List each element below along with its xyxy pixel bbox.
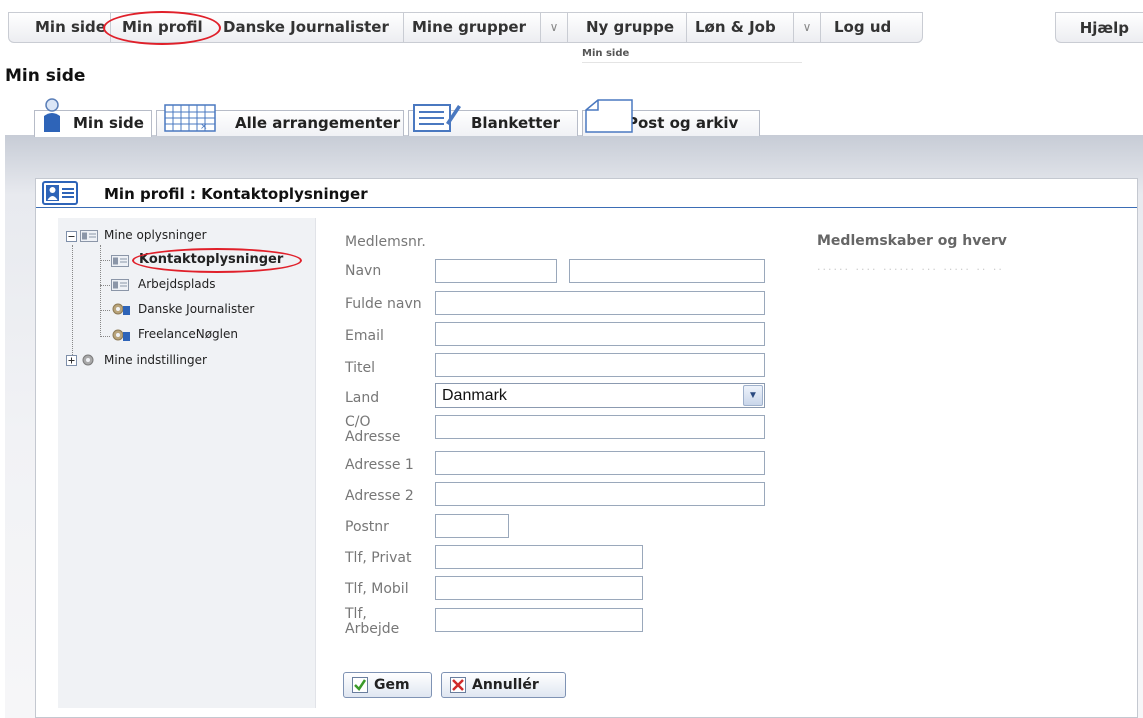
address1-input[interactable] — [435, 451, 765, 475]
email-input[interactable] — [435, 322, 765, 346]
nav-separator — [820, 12, 821, 43]
collapse-icon[interactable] — [66, 231, 77, 242]
tree-connector — [100, 260, 110, 261]
save-button[interactable]: Gem — [343, 672, 432, 698]
highlight-oval — [132, 248, 302, 273]
country-selected-value: Danmark — [442, 387, 507, 404]
tree-connector — [72, 245, 73, 357]
nav-separator — [403, 12, 404, 43]
memberships-heading: Medlemskaber og hverv — [817, 233, 1007, 249]
breadcrumb: Min side — [582, 48, 802, 63]
nav-lon-job[interactable]: Løn & Job — [695, 12, 776, 43]
nav-danske-journalister[interactable]: Danske Journalister — [223, 12, 389, 43]
cancel-label: Annullér — [472, 677, 539, 693]
tab-label: Min side — [73, 114, 144, 132]
nav-min-side[interactable]: Min side — [35, 12, 106, 43]
panel-title: Min profil : Kontaktoplysninger — [104, 185, 368, 203]
label-email: Email — [345, 328, 384, 344]
gear-icon — [112, 303, 130, 315]
nav-log-ud[interactable]: Log ud — [834, 12, 891, 43]
postcode-input[interactable] — [435, 514, 509, 538]
nav-ny-gruppe[interactable]: Ny gruppe — [586, 12, 674, 43]
tree-connector — [100, 336, 110, 337]
calendar-grid-icon: × — [164, 104, 216, 132]
country-select[interactable]: Danmark ▼ — [435, 383, 765, 408]
label-co-adresse: C/O Adresse — [345, 414, 401, 445]
tree-item-freelancenoglen[interactable]: FreelanceNøglen — [138, 327, 238, 341]
co-address-input[interactable] — [435, 415, 765, 439]
top-navigation: Min side Min profil Danske Journalister … — [0, 0, 1143, 63]
tree-item-danske-journalister[interactable]: Danske Journalister — [138, 302, 254, 316]
contact-card-icon — [80, 230, 98, 242]
label-fulde-navn: Fulde navn — [345, 296, 422, 312]
phone-private-input[interactable] — [435, 545, 643, 569]
cancel-button[interactable]: Annullér — [441, 672, 566, 698]
label-postnr: Postnr — [345, 519, 389, 535]
address2-input[interactable] — [435, 482, 765, 506]
highlight-oval — [103, 11, 221, 45]
page-title: Min side — [5, 66, 86, 86]
gear-icon — [112, 329, 130, 341]
document-icon — [585, 99, 633, 133]
label-tlf-mobil: Tlf, Mobil — [345, 581, 409, 597]
tree-connector — [100, 245, 101, 337]
tree-connector — [100, 310, 110, 311]
gear-icon — [82, 354, 94, 366]
label-medlemsnr: Medlemsnr. — [345, 234, 426, 250]
first-name-input[interactable] — [435, 259, 557, 283]
help-button[interactable]: Hjælp — [1055, 12, 1143, 43]
save-label: Gem — [374, 677, 410, 693]
memberships-content: ······ ···· ······ ··· ····· ·· ·· — [817, 263, 1004, 276]
nav-separator — [686, 12, 687, 43]
tree-item-arbejdsplads[interactable]: Arbejdsplads — [138, 277, 216, 291]
svg-text:×: × — [200, 122, 208, 132]
phone-work-input[interactable] — [435, 608, 643, 632]
chevron-down-icon[interactable]: ▼ — [743, 385, 763, 406]
tree-connector — [100, 285, 110, 286]
expand-icon[interactable] — [66, 355, 77, 366]
tree-item-mine-oplysninger[interactable]: Mine oplysninger — [104, 228, 207, 242]
chevron-down-icon[interactable]: ∨ — [541, 12, 567, 43]
person-icon — [44, 98, 60, 132]
form-pencil-icon — [413, 104, 461, 132]
profile-tree — [58, 218, 316, 708]
cancel-x-icon — [450, 677, 466, 693]
label-land: Land — [345, 390, 380, 406]
chevron-down-icon[interactable]: ∨ — [794, 12, 820, 43]
label-navn: Navn — [345, 263, 382, 279]
contact-card-icon — [111, 255, 129, 267]
checkmark-icon — [352, 677, 368, 693]
label-adresse-1: Adresse 1 — [345, 457, 414, 473]
full-name-input[interactable] — [435, 291, 765, 315]
last-name-input[interactable] — [569, 259, 765, 283]
label-adresse-2: Adresse 2 — [345, 488, 414, 504]
nav-separator — [567, 12, 568, 43]
nav-mine-grupper[interactable]: Mine grupper — [412, 12, 526, 43]
tab-label: Alle arrangementer — [235, 114, 401, 132]
label-tlf-arbejde: Tlf, Arbejde — [345, 606, 400, 637]
contact-card-icon — [42, 181, 78, 205]
tab-label: Blanketter — [471, 114, 561, 132]
phone-mobile-input[interactable] — [435, 576, 643, 600]
tree-item-mine-indstillinger[interactable]: Mine indstillinger — [104, 353, 207, 367]
contact-card-icon — [111, 279, 129, 291]
panel-header: Min profil : Kontaktoplysninger — [36, 179, 1137, 208]
label-tlf-privat: Tlf, Privat — [345, 550, 412, 566]
label-titel: Titel — [345, 360, 376, 376]
title-input[interactable] — [435, 353, 765, 377]
tab-label: Post og arkiv — [627, 114, 739, 132]
